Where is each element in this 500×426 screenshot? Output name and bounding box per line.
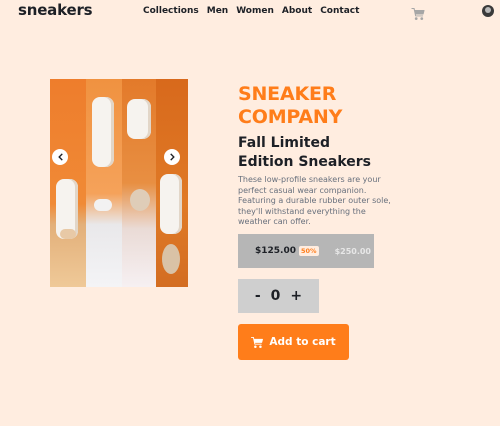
chevron-right-icon (169, 153, 175, 161)
quantity-stepper: - 0 + (238, 279, 319, 313)
sneaker-sole (94, 199, 112, 211)
product-description: These low-profile sneakers are your perf… (238, 175, 391, 226)
main-nav: Collections Men Women About Contact (143, 6, 359, 16)
product-title: Fall Limited Edition Sneakers (238, 135, 371, 170)
next-image-button[interactable] (164, 149, 180, 165)
avatar[interactable] (482, 5, 494, 17)
product-image (50, 79, 188, 287)
sneaker-shape (160, 174, 182, 234)
quantity-value: 0 (270, 288, 281, 304)
chevron-left-icon (57, 153, 63, 161)
sneaker-shape (127, 99, 151, 139)
decrement-button[interactable]: - (255, 288, 261, 304)
sneaker-sole (130, 189, 150, 211)
discount-badge: 50% (299, 246, 319, 256)
price-box: $125.00 50% $250.00 (238, 234, 374, 268)
nav-item-about[interactable]: About (282, 6, 312, 16)
cart-icon (251, 336, 264, 348)
company-name: SNEAKER COMPANY (238, 83, 343, 128)
cart-icon[interactable] (411, 5, 425, 20)
add-to-cart-button[interactable]: Add to cart (238, 324, 349, 360)
sneaker-shape (92, 97, 114, 167)
nav-item-women[interactable]: Women (236, 6, 274, 16)
increment-button[interactable]: + (290, 288, 302, 304)
current-price: $125.00 (255, 246, 296, 256)
logo[interactable]: sneakers (18, 1, 93, 19)
add-to-cart-label: Add to cart (269, 336, 336, 348)
sneaker-sole (162, 244, 180, 274)
original-price: $250.00 (334, 246, 371, 256)
previous-image-button[interactable] (52, 149, 68, 165)
sneaker-sole (60, 229, 76, 239)
nav-item-men[interactable]: Men (207, 6, 228, 16)
nav-item-contact[interactable]: Contact (320, 6, 359, 16)
nav-item-collections[interactable]: Collections (143, 6, 199, 16)
